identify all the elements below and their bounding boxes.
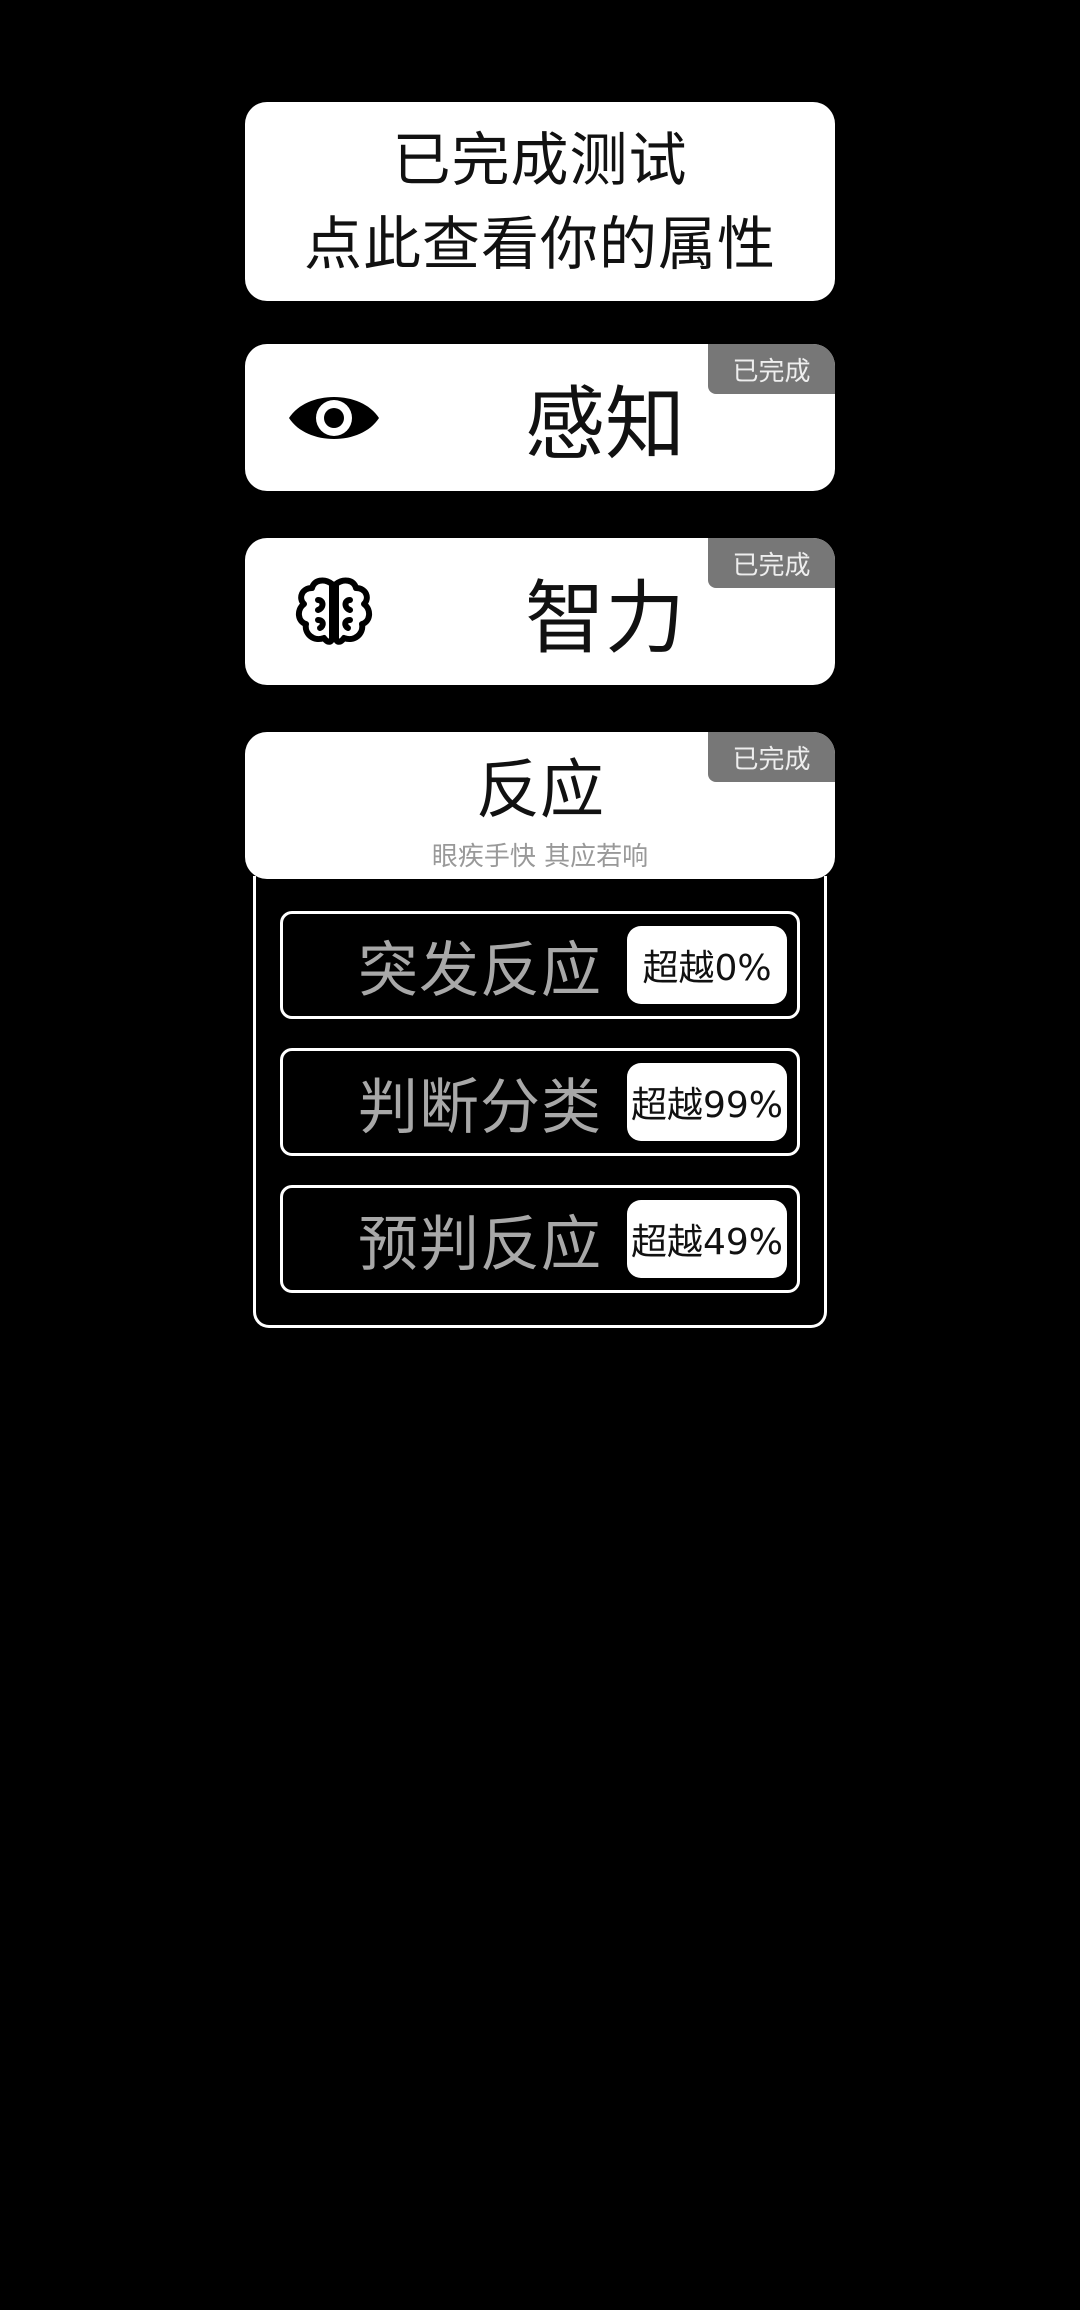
eye-icon xyxy=(287,380,381,456)
test-label: 判断分类 xyxy=(358,1072,602,1143)
score-badge: 超越0% xyxy=(627,926,787,1004)
summary-line-2: 点此查看你的属性 xyxy=(303,209,776,278)
brain-icon xyxy=(287,574,381,650)
test-label: 预判反应 xyxy=(358,1209,602,1280)
test-item-sudden-reaction[interactable]: 突发反应 超越0% xyxy=(280,911,800,1019)
test-item-anticipation-reaction[interactable]: 预判反应 超越49% xyxy=(280,1185,800,1293)
completed-badge: 已完成 xyxy=(708,538,835,588)
results-summary-button[interactable]: 已完成测试 点此查看你的属性 xyxy=(245,102,835,301)
category-card-perception[interactable]: 感知 已完成 xyxy=(245,344,835,491)
summary-line-1: 已完成测试 xyxy=(392,125,688,194)
test-item-judgement-classification[interactable]: 判断分类 超越99% xyxy=(280,1048,800,1156)
category-subtitle: 眼疾手快 其应若响 xyxy=(431,842,649,872)
category-card-intellect[interactable]: 智力 已完成 xyxy=(245,538,835,685)
test-label: 突发反应 xyxy=(358,935,602,1006)
category-card-reaction[interactable]: 反应 眼疾手快 其应若响 已完成 xyxy=(245,732,835,879)
score-badge: 超越99% xyxy=(627,1063,787,1141)
completed-badge: 已完成 xyxy=(708,732,835,782)
score-badge: 超越49% xyxy=(627,1200,787,1278)
completed-badge: 已完成 xyxy=(708,344,835,394)
